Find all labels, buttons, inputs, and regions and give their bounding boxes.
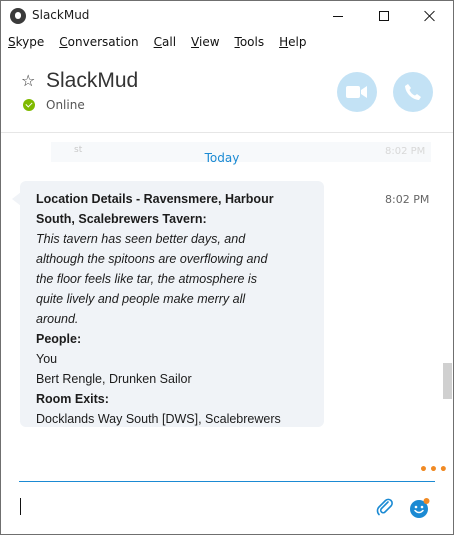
message-line: South, Scalebrewers Tavern: <box>36 212 207 226</box>
more-options-icon[interactable]: ••• <box>419 463 449 477</box>
smiley-icon <box>410 498 430 518</box>
message-line: although the spitoons are overflowing an… <box>36 252 268 266</box>
menu-tools-label: ools <box>239 35 265 49</box>
chat-scrollbar-thumb[interactable] <box>443 363 452 399</box>
close-button[interactable] <box>407 1 453 31</box>
message-line: This tavern has seen better days, and <box>36 232 246 246</box>
menu-skype[interactable]: Skype <box>8 35 44 49</box>
title-bar[interactable]: SlackMud <box>1 1 453 31</box>
message-line: You <box>36 352 58 366</box>
menu-view-label: iew <box>198 35 220 49</box>
maximize-icon <box>379 11 389 21</box>
favorite-star-icon[interactable]: ☆ <box>21 73 35 89</box>
menu-call[interactable]: Call <box>154 35 176 49</box>
maximize-button[interactable] <box>361 1 407 31</box>
message-timestamp: 8:02 PM <box>385 193 430 206</box>
video-call-button[interactable] <box>337 72 377 112</box>
audio-call-button[interactable] <box>393 72 433 112</box>
contact-status: Online <box>46 98 85 112</box>
message-line: People: <box>36 332 82 346</box>
menu-view[interactable]: View <box>191 35 219 49</box>
message-line: the floor feels like tar, the atmosphere… <box>36 272 257 286</box>
minimize-icon <box>333 15 343 17</box>
menu-call-accelerator: C <box>153 35 162 49</box>
message-input[interactable] <box>19 487 359 527</box>
emoticon-button[interactable] <box>409 497 431 519</box>
menu-conversation-accelerator: C <box>59 35 68 49</box>
menu-conversation-label: onversation <box>67 35 139 49</box>
online-status-icon <box>23 99 35 111</box>
menu-skype-label: kype <box>15 35 45 49</box>
minimize-button[interactable] <box>315 1 361 31</box>
message-line: Location Details - Ravensmere, Harbour <box>36 192 274 206</box>
menu-conversation[interactable]: Conversation <box>59 35 138 49</box>
menu-skype-accelerator: S <box>8 35 16 49</box>
date-divider: Today <box>204 151 240 165</box>
message-bubble[interactable]: Location Details - Ravensmere, Harbour S… <box>20 181 324 427</box>
message-list[interactable]: st 8:02 PM Today Location Details - Rave… <box>1 134 453 471</box>
conversation-header: ☆ SlackMud Online <box>1 53 453 133</box>
menu-help-label: elp <box>288 35 307 49</box>
paperclip-icon <box>376 498 393 516</box>
attach-file-button[interactable] <box>375 497 395 517</box>
message-line: Bert Rengle, Drunken Sailor <box>36 372 192 386</box>
message-line: Room Exits: <box>36 392 109 406</box>
skype-window: SlackMud Skype Conversation Call View To… <box>0 0 454 535</box>
menu-bar: Skype Conversation Call View Tools Help <box>1 31 453 53</box>
menu-help[interactable]: Help <box>279 35 306 49</box>
menu-call-label: all <box>162 35 177 49</box>
menu-tools[interactable]: Tools <box>235 35 265 49</box>
video-camera-icon <box>346 86 367 98</box>
text-caret <box>20 498 21 515</box>
skype-app-icon <box>10 8 26 24</box>
message-line: around. <box>36 312 79 326</box>
message-line: quite lively and people make merry all <box>36 292 246 306</box>
compose-divider <box>19 481 435 482</box>
contact-name[interactable]: SlackMud <box>46 69 138 93</box>
phone-icon <box>405 84 421 100</box>
menu-view-accelerator: V <box>191 35 199 49</box>
message-line: Docklands Way South [DWS], Scalebrewers <box>36 412 281 426</box>
window-title: SlackMud <box>32 8 90 22</box>
menu-help-accelerator: H <box>279 35 289 49</box>
close-icon <box>424 10 436 22</box>
